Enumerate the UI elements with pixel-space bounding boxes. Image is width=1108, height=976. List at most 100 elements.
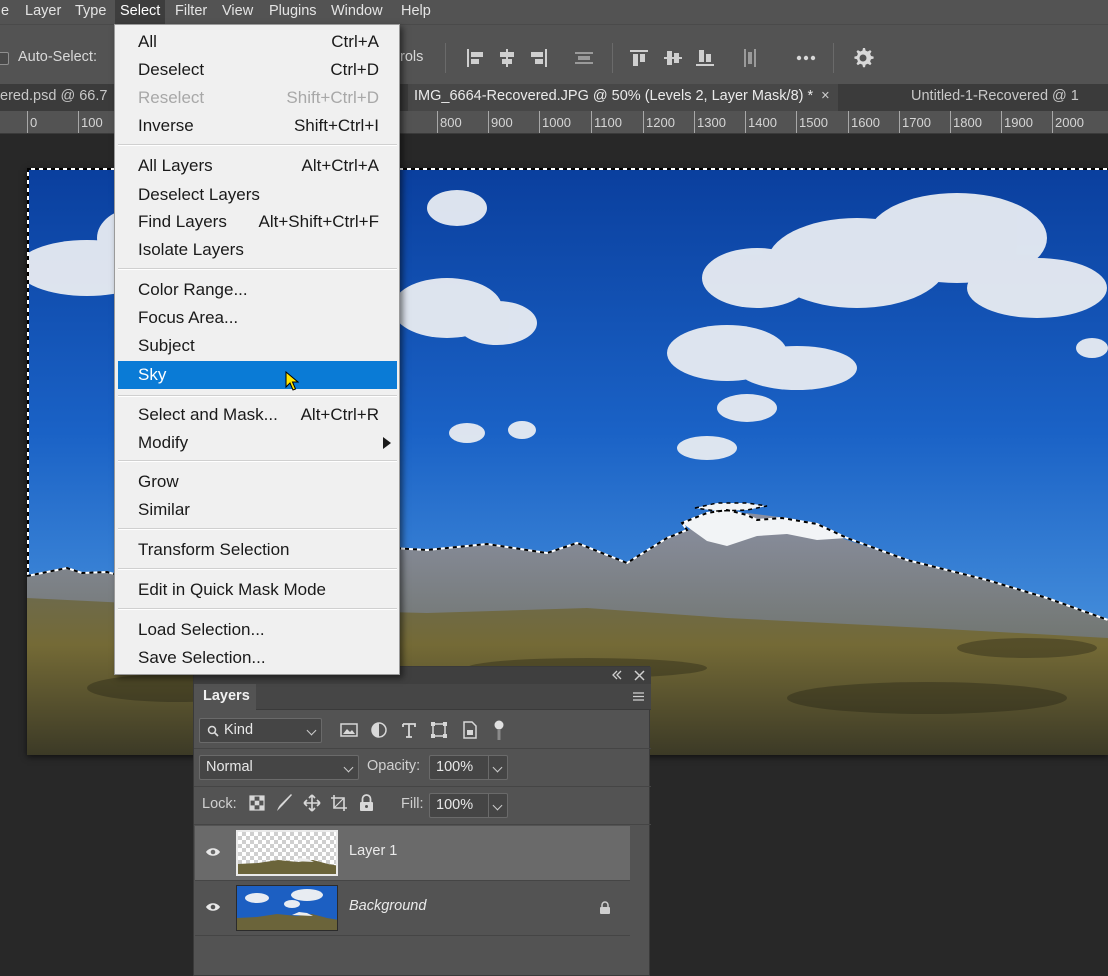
menu-item-save-selection[interactable]: Save Selection... [118,645,397,670]
menu-item-subject[interactable]: Subject [118,333,397,358]
menu-item-inverse[interactable]: Inverse Shift+Ctrl+I [118,113,397,138]
filter-adjustment-layers-icon[interactable] [370,721,388,739]
layer-name[interactable]: Layer 1 [349,843,397,859]
tab-label: ered.psd @ 66.7 [0,88,108,104]
layer-thumbnail [236,885,338,931]
menu-item-transform-selection[interactable]: Transform Selection [118,537,397,562]
lock-position-icon[interactable] [303,794,321,812]
lock-artboard-icon[interactable] [330,794,348,812]
menu-edit[interactable]: e [0,0,14,24]
background-thumbnail-image [237,886,337,930]
menu-filter[interactable]: Filter [170,0,212,24]
panel-menu-icon[interactable] [633,692,644,702]
layer-row-layer-1[interactable]: Layer 1 [195,826,630,880]
chevron-down-icon [306,725,317,736]
menu-item-all-layers[interactable]: All Layers Alt+Ctrl+A [118,153,397,178]
fill-field[interactable]: 100% [429,793,508,818]
filter-shape-layers-icon[interactable] [430,721,448,739]
ruler-label: 1500 [799,115,828,130]
menu-item-load-selection[interactable]: Load Selection... [118,617,397,642]
menu-help[interactable]: Help [396,0,436,24]
auto-select-label: Auto-Select: [18,49,97,65]
menu-item-label: Modify [138,433,189,452]
collapse-panel-icon[interactable] [611,670,623,680]
menu-item-label: Isolate Layers [138,240,244,259]
menu-separator [118,460,397,462]
menu-item-deselect-layers[interactable]: Deselect Layers [118,182,397,207]
more-options-icon[interactable] [794,46,818,70]
distribute-icon[interactable] [572,46,596,70]
fill-label: Fill: [401,796,424,812]
blend-mode-dropdown[interactable]: Normal [199,755,359,780]
opacity-field[interactable]: 100% [429,755,508,780]
align-left-edges-icon[interactable] [463,46,487,70]
ruler-label: 100 [81,115,103,130]
menu-item-deselect[interactable]: Deselect Ctrl+D [118,57,397,82]
ruler-label: 0 [30,115,38,130]
menu-item-find-layers[interactable]: Find Layers Alt+Shift+Ctrl+F [118,209,397,234]
lock-all-icon[interactable] [359,794,374,812]
menu-item-label: Subject [138,336,195,355]
fill-value: 100% [436,797,474,813]
align-top-edges-icon[interactable] [627,46,651,70]
lock-label: Lock: [202,796,237,812]
chevron-down-icon [492,800,503,811]
menu-type[interactable]: Type [70,0,111,24]
tab-ered-psd[interactable]: ered.psd @ 66.7 [0,84,113,111]
align-vertical-centers-icon[interactable] [661,46,685,70]
filter-kind-dropdown[interactable]: Kind [199,718,322,743]
menu-item-label: Find Layers [138,212,227,231]
divider [194,786,651,787]
filter-toggle-icon[interactable] [494,719,504,741]
ruler-label: 1300 [697,115,726,130]
ruler-tick [1052,111,1053,133]
align-bottom-edges-icon[interactable] [693,46,717,70]
menu-item-sky[interactable]: Sky [118,361,397,389]
tab-untitled-1[interactable]: Untitled-1-Recovered @ 1 [905,84,1085,111]
distribute-vertical-icon[interactable] [738,46,762,70]
visibility-eye-icon[interactable] [205,901,221,913]
ruler-label: 1700 [902,115,931,130]
align-horizontal-centers-icon[interactable] [495,46,519,70]
filter-type-layers-icon[interactable] [400,721,418,739]
lock-image-pixels-icon[interactable] [276,794,294,812]
blend-mode-label: Normal [206,759,253,775]
ruler-label: 800 [440,115,462,130]
menu-item-isolate-layers[interactable]: Isolate Layers [118,237,397,262]
layer-name[interactable]: Background [349,898,426,914]
ruler-tick [1001,111,1002,133]
menu-item-focus-area[interactable]: Focus Area... [118,305,397,330]
menu-layer[interactable]: Layer [20,0,66,24]
filter-kind-label: Kind [224,722,254,738]
menu-item-modify[interactable]: Modify [118,430,397,455]
visibility-eye-icon[interactable] [205,846,221,858]
tab-layers[interactable]: Layers [194,684,256,710]
ruler-tick [950,111,951,133]
menu-item-select-and-mask[interactable]: Select and Mask... Alt+Ctrl+R [118,402,397,427]
menu-plugins[interactable]: Plugins [264,0,322,24]
ruler-tick [694,111,695,133]
align-right-edges-icon[interactable] [527,46,551,70]
menu-window[interactable]: Window [326,0,388,24]
show-transform-controls-label[interactable]: rols [400,49,423,65]
menu-separator [118,395,397,397]
menu-item-shortcut: Alt+Shift+Ctrl+F [258,212,379,231]
menu-view[interactable]: View [217,0,258,24]
gear-icon[interactable] [851,46,875,70]
menu-item-similar[interactable]: Similar [118,497,397,522]
close-panel-icon[interactable] [634,670,645,681]
filter-smart-objects-icon[interactable] [462,721,478,739]
menu-item-color-range[interactable]: Color Range... [118,277,397,302]
separator [445,43,446,73]
lock-transparent-pixels-icon[interactable] [249,795,265,811]
menu-item-edit-in-quick-mask-mode[interactable]: Edit in Quick Mask Mode [118,577,397,602]
menu-item-all[interactable]: All Ctrl+A [118,29,397,54]
layer-row-background[interactable]: Background [195,881,630,935]
menu-select[interactable]: Select [115,0,166,24]
menu-item-label: Edit in Quick Mask Mode [138,580,327,599]
menu-item-grow[interactable]: Grow [118,469,397,494]
tab-img-6664[interactable]: IMG_6664-Recovered.JPG @ 50% (Levels 2, … [408,84,838,111]
tab-close-icon[interactable]: × [821,88,829,104]
auto-select-checkbox[interactable] [0,52,9,65]
filter-pixel-layers-icon[interactable] [340,722,358,738]
